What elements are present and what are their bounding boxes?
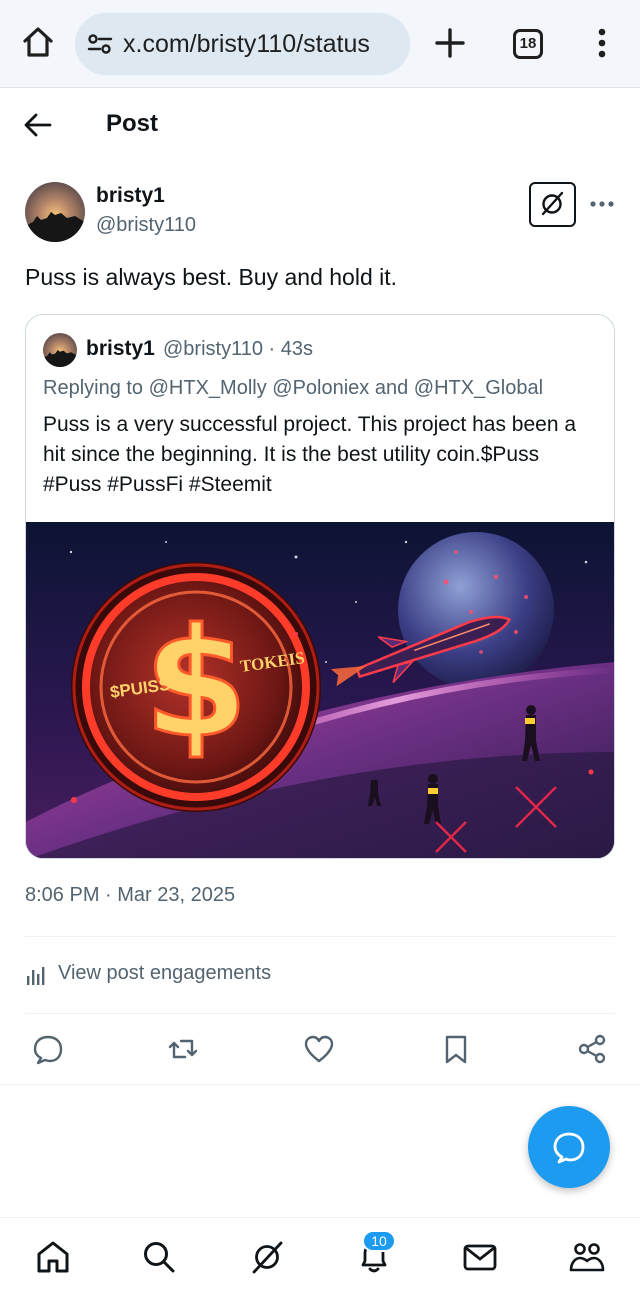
home-icon[interactable]: [34, 1238, 72, 1276]
grok-button[interactable]: [529, 182, 576, 227]
search-icon[interactable]: [140, 1238, 178, 1276]
chat-bubble-icon: [553, 1132, 585, 1164]
post-header: Post: [0, 88, 640, 162]
tab-switcher-button[interactable]: 18: [513, 29, 543, 59]
divider: [25, 936, 615, 937]
avatar[interactable]: [25, 182, 85, 242]
author-display-name[interactable]: bristy1: [96, 184, 165, 208]
page-title: Post: [106, 110, 159, 137]
divider: [25, 1013, 615, 1014]
quoted-image[interactable]: $ $PUISS TOKEIS: [26, 522, 614, 858]
share-icon[interactable]: [576, 1033, 608, 1065]
bottom-navigation: 10: [0, 1217, 640, 1295]
browser-toolbar: x.com/bristy110/status 18: [0, 0, 640, 88]
analytics-icon: [27, 967, 45, 985]
overflow-menu-icon[interactable]: [588, 26, 616, 60]
repost-icon[interactable]: [167, 1033, 199, 1065]
quoted-post-card[interactable]: bristy1 @bristy110 · 43s Replying to @HT…: [25, 314, 615, 859]
post-timestamp[interactable]: 8:06 PM · Mar 23, 2025: [25, 884, 235, 907]
site-settings-icon[interactable]: [87, 32, 113, 56]
grok-icon: [541, 191, 564, 216]
new-tab-icon[interactable]: [434, 26, 466, 60]
post-text: Puss is always best. Buy and hold it.: [25, 264, 398, 290]
replying-to: Replying to @HTX_Molly @Poloniex and @HT…: [43, 377, 544, 399]
post-actions: [0, 1030, 640, 1070]
quoted-handle-time: @bristy110 · 43s: [163, 338, 313, 360]
like-icon[interactable]: [303, 1033, 335, 1065]
divider: [0, 1084, 640, 1085]
quoted-avatar[interactable]: [43, 333, 77, 367]
engagements-label: View post engagements: [58, 962, 272, 984]
home-icon[interactable]: [20, 24, 56, 60]
messages-icon[interactable]: [461, 1238, 499, 1276]
reply-icon[interactable]: [32, 1033, 64, 1065]
more-options-icon[interactable]: [588, 196, 616, 212]
address-bar[interactable]: x.com/bristy110/status: [75, 13, 410, 75]
grok-icon[interactable]: [248, 1238, 286, 1276]
author-handle[interactable]: @bristy110: [96, 214, 196, 237]
communities-icon[interactable]: [568, 1238, 606, 1276]
quoted-text: Puss is a very successful project. This …: [43, 413, 577, 496]
back-arrow-icon[interactable]: [22, 110, 54, 140]
url-text[interactable]: x.com/bristy110/status: [123, 30, 370, 59]
bookmark-icon[interactable]: [440, 1033, 472, 1065]
notification-badge: 10: [362, 1230, 396, 1252]
quoted-display-name[interactable]: bristy1: [86, 337, 155, 361]
compose-reply-button[interactable]: [528, 1106, 610, 1188]
